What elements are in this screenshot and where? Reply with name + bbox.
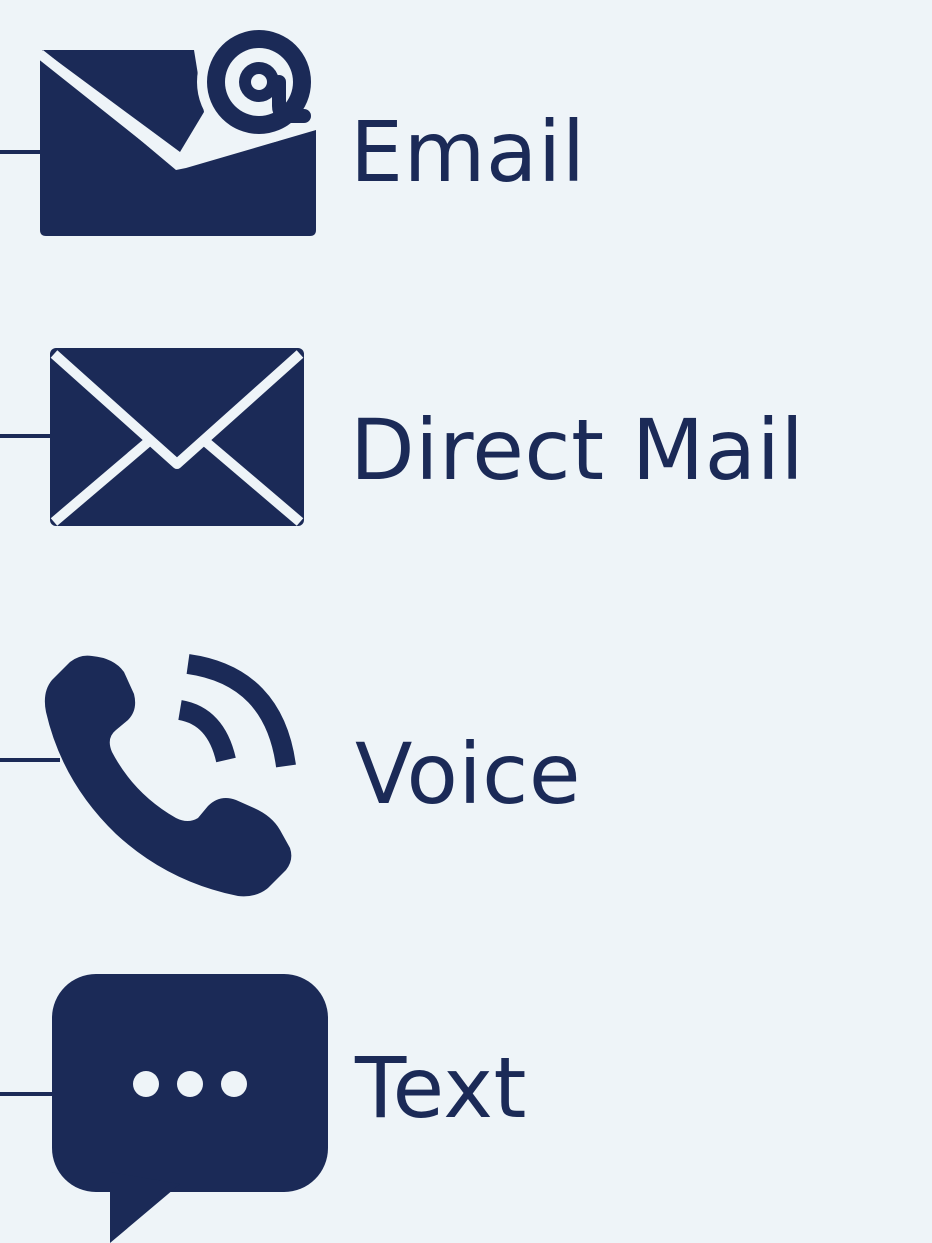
connector-line bbox=[0, 1092, 56, 1096]
channel-item-voice: Voice bbox=[0, 620, 932, 920]
envelope-icon bbox=[50, 348, 304, 526]
channel-item-text: Text bbox=[0, 960, 932, 1243]
channel-item-direct-mail: Direct Mail bbox=[0, 300, 932, 600]
email-at-icon bbox=[36, 20, 321, 236]
channel-label: Email bbox=[350, 103, 586, 201]
channel-list: Email Direct Mail Voice Text bbox=[0, 0, 932, 1243]
channel-label: Text bbox=[355, 1039, 527, 1137]
channel-label: Direct Mail bbox=[350, 401, 805, 499]
phone-icon bbox=[44, 654, 296, 897]
channel-item-email: Email bbox=[0, 0, 932, 300]
channel-label: Voice bbox=[355, 725, 582, 823]
connector-line bbox=[0, 434, 52, 438]
chat-bubble-icon bbox=[52, 974, 328, 1243]
